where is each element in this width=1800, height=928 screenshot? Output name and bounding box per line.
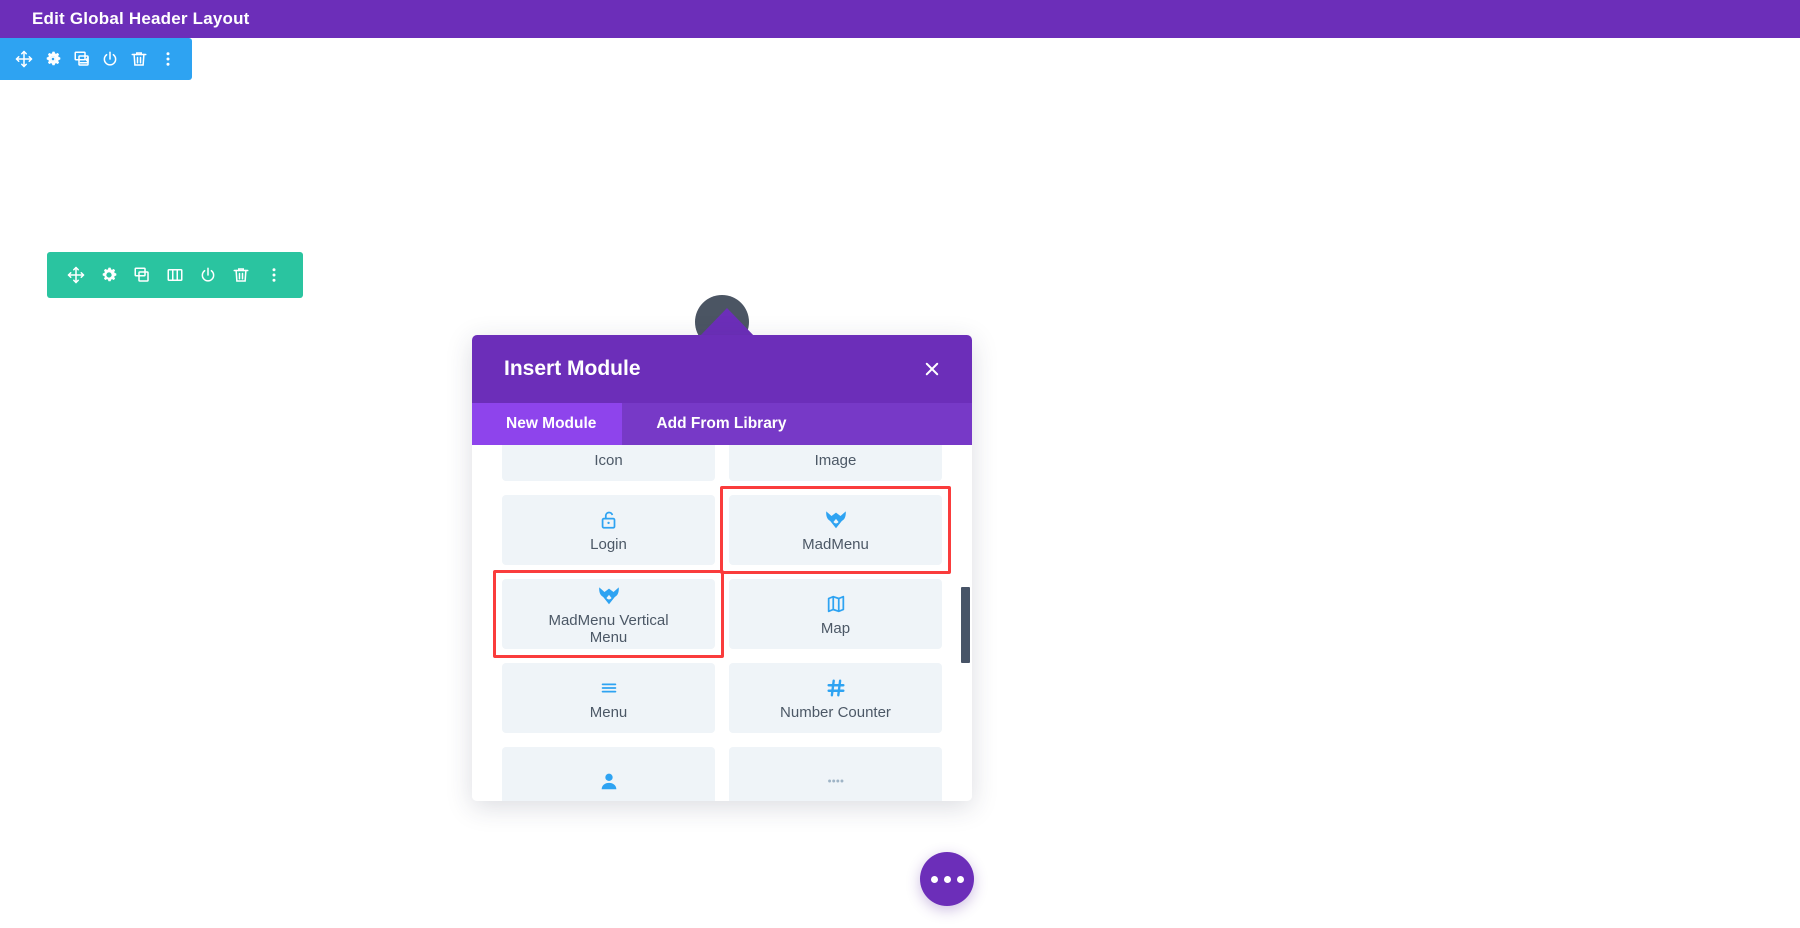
dots-icon: [825, 768, 847, 794]
columns-icon[interactable]: [164, 264, 186, 286]
module-label: Image: [814, 452, 857, 469]
fab-dot: [956, 875, 964, 883]
module-label: MadMenu Vertical Menu: [548, 611, 669, 646]
person-icon: [598, 768, 620, 794]
icon-circle-icon: [598, 445, 620, 449]
image-icon: [825, 445, 847, 449]
module-tile-partial-left[interactable]: [502, 747, 715, 801]
modal-scrollbar[interactable]: [961, 587, 970, 663]
kebab-icon[interactable]: [157, 48, 179, 70]
page-title: Edit Global Header Layout: [32, 9, 250, 28]
module-label: MadMenu: [802, 536, 869, 553]
module-grid: Icon Image Login MadMenu MadMenu Vertica…: [493, 445, 951, 801]
editor-options-fab[interactable]: [920, 852, 974, 906]
power-icon[interactable]: [197, 264, 219, 286]
gear-icon[interactable]: [42, 48, 64, 70]
kebab-icon[interactable]: [263, 264, 285, 286]
madmenu-bat-icon: [824, 507, 848, 533]
trash-icon[interactable]: [230, 264, 252, 286]
duplicate-icon[interactable]: [131, 264, 153, 286]
map-icon: [825, 591, 847, 617]
module-tile-madmenu[interactable]: MadMenu: [720, 486, 951, 574]
module-tile-partial-right[interactable]: [729, 747, 942, 801]
close-icon[interactable]: [918, 355, 946, 383]
move-icon[interactable]: [65, 264, 87, 286]
tab-add-from-library[interactable]: Add From Library: [622, 403, 812, 445]
trash-icon[interactable]: [128, 48, 150, 70]
modal-header: Insert Module: [472, 335, 972, 403]
modal-pointer: [698, 308, 756, 338]
module-tile-map[interactable]: Map: [729, 579, 942, 649]
power-icon[interactable]: [99, 48, 121, 70]
module-label: Map: [820, 620, 851, 637]
madmenu-bat-icon: [597, 583, 621, 609]
hamburger-icon: [598, 675, 620, 701]
fab-dot: [943, 875, 951, 883]
module-tile-login[interactable]: Login: [502, 495, 715, 565]
module-label: Number Counter: [780, 704, 891, 721]
module-label: Menu: [589, 704, 628, 721]
section-toolbar[interactable]: [0, 38, 192, 80]
module-tile-image[interactable]: Image: [729, 445, 942, 481]
module-tile-number-counter[interactable]: Number Counter: [729, 663, 942, 733]
module-tile-icon[interactable]: Icon: [502, 445, 715, 481]
module-tile-menu[interactable]: Menu: [502, 663, 715, 733]
module-label: Icon: [594, 452, 623, 469]
duplicate-icon[interactable]: [71, 48, 93, 70]
fab-dot: [930, 875, 938, 883]
lock-open-icon: [598, 507, 620, 533]
module-list: Icon Image Login MadMenu MadMenu Vertica…: [472, 445, 972, 801]
insert-module-modal: Insert Module New Module Add From Librar…: [472, 335, 972, 801]
hash-icon: [825, 675, 847, 701]
modal-title: Insert Module: [504, 357, 641, 380]
gear-icon[interactable]: [98, 264, 120, 286]
admin-bar: Edit Global Header Layout: [0, 0, 1800, 38]
tab-new-module[interactable]: New Module: [472, 403, 623, 445]
move-icon[interactable]: [13, 48, 35, 70]
module-label: Login: [590, 536, 627, 553]
row-toolbar[interactable]: [47, 252, 303, 298]
modal-tabs: New Module Add From Library: [472, 403, 972, 445]
module-tile-madmenu-vertical-menu[interactable]: MadMenu Vertical Menu: [493, 570, 724, 658]
